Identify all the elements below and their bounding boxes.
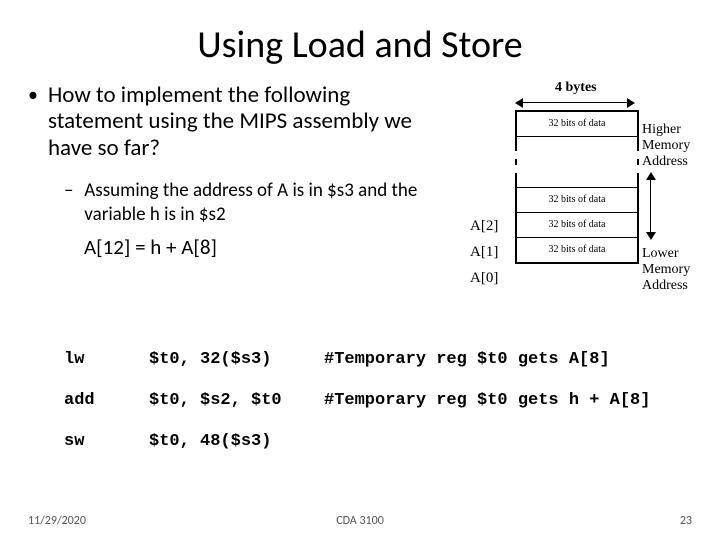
body-text: • How to implement the following stateme… xyxy=(28,82,448,259)
code-comment: #Temporary reg $t0 gets A[8] xyxy=(324,350,610,369)
code-args: $t0, $s2, $t0 xyxy=(149,391,324,410)
index-label: A[2] xyxy=(470,218,498,235)
width-arrow xyxy=(515,98,635,108)
code-op: sw xyxy=(64,432,149,451)
equation: A[12] = h + A[8] xyxy=(84,235,448,259)
memory-cell: 32 bits of data xyxy=(517,213,637,238)
code-row: lw $t0, 32($s3) #Temporary reg $t0 gets … xyxy=(64,350,650,369)
sub-text: Assuming the address of A is in $s3 and … xyxy=(84,179,424,227)
memory-gap xyxy=(517,137,637,188)
vertical-arrow xyxy=(646,172,656,240)
memory-cell: 32 bits of data xyxy=(517,188,637,213)
code-block: lw $t0, 32($s3) #Temporary reg $t0 gets … xyxy=(64,350,650,473)
lower-address-label: Lower Memory Address xyxy=(642,246,702,294)
slide: Using Load and Store • How to implement … xyxy=(0,0,720,540)
slide-title: Using Load and Store xyxy=(0,22,720,68)
footer-page-number: 23 xyxy=(680,514,692,528)
bullet-level-2: – Assuming the address of A is in $s3 an… xyxy=(64,179,448,227)
bullet-text: How to implement the following statement… xyxy=(48,82,448,161)
higher-address-label: Higher Memory Address xyxy=(642,122,702,170)
code-args: $t0, 32($s3) xyxy=(149,350,324,369)
index-label: A[0] xyxy=(470,270,498,287)
footer-course: CDA 3100 xyxy=(0,514,720,528)
bullet-dash: – xyxy=(64,179,80,203)
bullet-level-1: • How to implement the following stateme… xyxy=(28,82,448,161)
bullet-dot: • xyxy=(28,82,38,161)
memory-box: 32 bits of data 32 bits of data 32 bits … xyxy=(515,110,639,264)
code-args: $t0, 48($s3) xyxy=(149,432,324,451)
bytes-label: 4 bytes xyxy=(555,80,597,96)
index-label: A[1] xyxy=(470,244,498,261)
code-comment: #Temporary reg $t0 gets h + A[8] xyxy=(324,391,650,410)
code-row: sw $t0, 48($s3) xyxy=(64,432,650,451)
memory-diagram: 4 bytes 32 bits of data 32 bits of data … xyxy=(450,80,695,310)
code-op: lw xyxy=(64,350,149,369)
memory-cell: 32 bits of data xyxy=(517,238,637,262)
memory-cell: 32 bits of data xyxy=(517,112,637,137)
code-row: add $t0, $s2, $t0 #Temporary reg $t0 get… xyxy=(64,391,650,410)
code-op: add xyxy=(64,391,149,410)
